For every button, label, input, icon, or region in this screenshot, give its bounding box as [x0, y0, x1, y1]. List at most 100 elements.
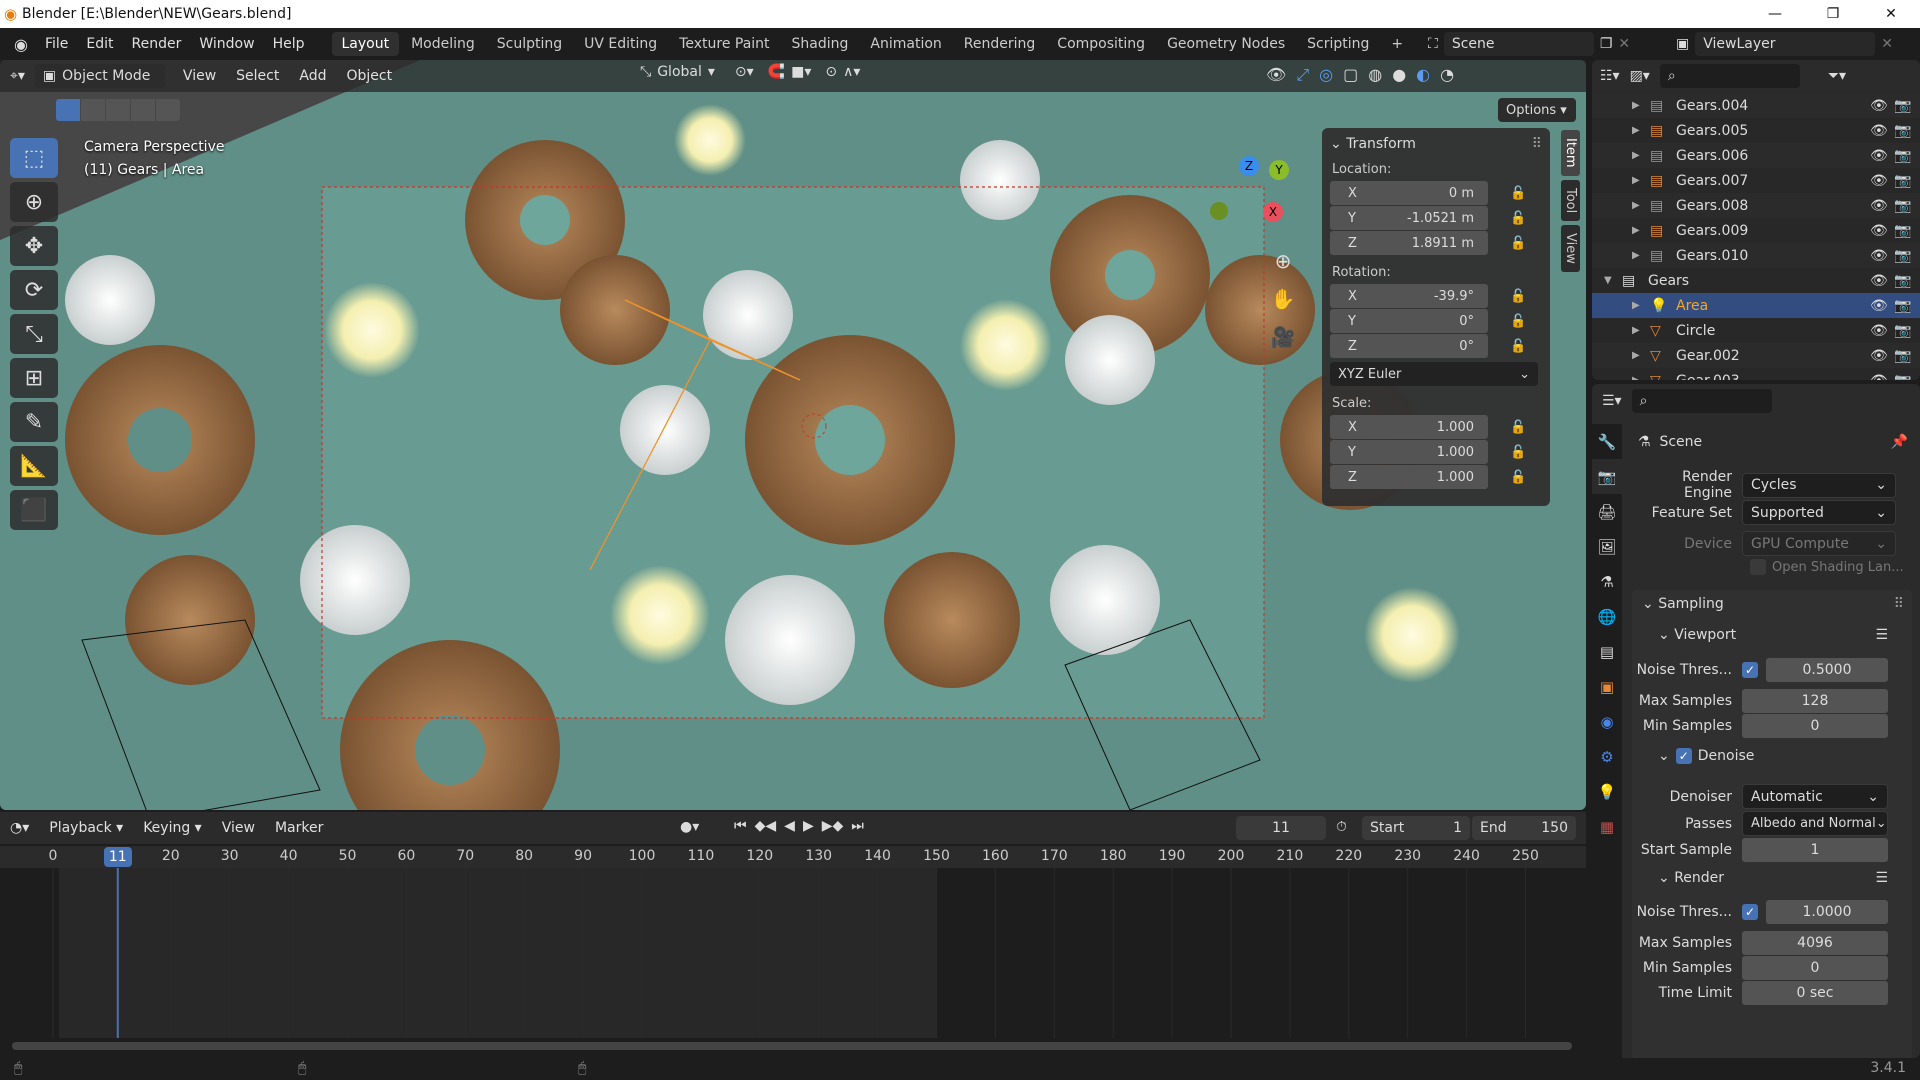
expand-arrow-icon[interactable]: ▶ [1632, 375, 1640, 380]
output-tab-icon[interactable]: 🖨 [1592, 494, 1622, 529]
material-shading-icon[interactable]: ◐ [1416, 65, 1430, 85]
xray-icon[interactable]: ▢ [1343, 65, 1358, 85]
menu-add[interactable]: Add [289, 68, 336, 84]
autokey-record-icon[interactable]: ●▾ [680, 819, 699, 835]
expand-arrow-icon[interactable]: ▶ [1632, 175, 1640, 186]
scene-selector[interactable]: Scene [1443, 32, 1594, 56]
editor-type-icon[interactable]: ⌖▾ [0, 68, 35, 84]
move-tool-icon[interactable]: ✥ [10, 226, 58, 266]
scene-tab-icon[interactable]: ⚗ [1592, 564, 1622, 599]
lock-icon[interactable]: 🔓 [1510, 445, 1526, 460]
select-intersect-icon[interactable] [156, 99, 180, 121]
constraints-tab-icon[interactable]: ⚙ [1592, 739, 1622, 774]
render-noise-field[interactable]: 1.0000 [1766, 900, 1888, 924]
orientation-selector[interactable]: Global [657, 64, 702, 80]
outliner-item[interactable]: ▶ ▤ Gears.009 👁 📷 [1592, 218, 1920, 243]
render-min-samples-field[interactable]: 0 [1742, 956, 1888, 980]
preview-range-icon[interactable]: ⏱ [1336, 819, 1347, 835]
eye-icon[interactable]: 👁 [1870, 173, 1888, 189]
view-layer-tab-icon[interactable]: 🖼 [1592, 529, 1622, 564]
expand-arrow-icon[interactable]: ▶ [1632, 100, 1640, 111]
select-box-tool-icon[interactable]: ⬚ [10, 138, 58, 178]
pan-hand-icon[interactable]: ✋ [1268, 280, 1298, 318]
outliner-item[interactable]: ▶ ▤ Gears.005 👁 📷 [1592, 118, 1920, 143]
gizmo-y-axis[interactable]: Y [1269, 160, 1289, 180]
outliner-item[interactable]: ▶ ▤ Gears.008 👁 📷 [1592, 193, 1920, 218]
render-subpanel-header[interactable]: ⌄ Render [1658, 870, 1724, 886]
eye-icon[interactable]: 👁 [1870, 373, 1888, 381]
presets-icon[interactable]: ☰ [1875, 627, 1888, 643]
camera-render-icon[interactable]: 📷 [1894, 373, 1911, 381]
outliner-display-mode-icon[interactable]: ☷▾ [1600, 68, 1620, 84]
passes-dropdown[interactable]: Albedo and Normal ⌄ [1742, 811, 1888, 836]
frame-ruler[interactable]: 0102030405060708090100110120130140150160… [0, 846, 1586, 868]
lock-icon[interactable]: 🔓 [1510, 470, 1526, 485]
select-new-icon[interactable] [56, 99, 80, 121]
tab-rendering[interactable]: Rendering [954, 32, 1046, 56]
render-noise-checkbox[interactable]: ✓ [1742, 904, 1758, 920]
expand-arrow-icon[interactable]: ▶ [1632, 150, 1640, 161]
expand-arrow-icon[interactable]: ▶ [1632, 300, 1640, 311]
render-tab-icon[interactable]: 📷 [1592, 459, 1622, 494]
wireframe-shading-icon[interactable]: ◍ [1368, 65, 1382, 85]
render-max-samples-field[interactable]: 4096 [1742, 931, 1888, 955]
play-icon[interactable]: ▶ [803, 818, 814, 834]
navigation-gizmo[interactable]: Z Y X [1195, 150, 1295, 230]
rendered-shading-icon[interactable]: ◔ [1440, 65, 1454, 85]
physics-tab-icon[interactable]: ◉ [1592, 704, 1622, 739]
measure-tool-icon[interactable]: 📐 [10, 446, 58, 486]
menu-keying[interactable]: Keying ▾ [133, 820, 212, 836]
expand-arrow-icon[interactable]: ▶ [1632, 325, 1640, 336]
blender-menu-icon[interactable]: ◉ [14, 35, 28, 54]
eye-icon[interactable]: 👁 [1870, 148, 1888, 164]
menu-window[interactable]: Window [190, 36, 263, 52]
solid-shading-icon[interactable]: ● [1392, 65, 1406, 85]
transform-tool-icon[interactable]: ⊞ [10, 358, 58, 398]
outliner-item[interactable]: ▶ ▽ Gear.003 👁 📷 [1592, 368, 1920, 381]
camera-render-icon[interactable]: 📷 [1894, 198, 1911, 214]
viewport-noise-checkbox[interactable]: ✓ [1742, 662, 1758, 678]
start-frame-field[interactable]: Start 1 [1362, 816, 1470, 840]
camera-render-icon[interactable]: 📷 [1894, 298, 1911, 314]
viewport-min-samples-field[interactable]: 0 [1742, 714, 1888, 738]
menu-help[interactable]: Help [264, 36, 314, 52]
tab-scripting[interactable]: Scripting [1297, 32, 1379, 56]
scale-z-field[interactable]: Z 1.000 [1330, 465, 1488, 489]
jump-keyframe-back-icon[interactable]: ◆◀ [755, 818, 777, 834]
scene-icon[interactable]: ⛶ [1428, 36, 1438, 52]
expand-arrow-icon[interactable]: ▶ [1632, 200, 1640, 211]
mode-selector[interactable]: ▣ Object Mode [34, 64, 165, 88]
camera-view-icon[interactable]: 🎥 [1268, 318, 1298, 356]
transform-panel-header[interactable]: ⌄ Transform [1330, 136, 1416, 152]
menu-edit[interactable]: Edit [77, 36, 122, 52]
location-z-field[interactable]: Z 1.8911 m [1330, 231, 1488, 255]
snap-target-icon[interactable]: ■▾ [791, 64, 811, 80]
expand-arrow-icon[interactable]: ▼ [1604, 275, 1612, 286]
tab-view[interactable]: View [1561, 224, 1580, 272]
denoiser-dropdown[interactable]: Automatic ⌄ [1742, 784, 1888, 809]
viewport-subpanel-header[interactable]: ⌄ Viewport [1658, 627, 1736, 643]
lock-icon[interactable]: 🔓 [1510, 339, 1526, 354]
outliner-item[interactable]: ▶ ▤ Gears.006 👁 📷 [1592, 143, 1920, 168]
select-invert-icon[interactable] [131, 99, 155, 121]
expand-arrow-icon[interactable]: ▶ [1632, 125, 1640, 136]
remove-view-layer-icon[interactable]: ✕ [1881, 36, 1893, 52]
outliner-filter-view-icon[interactable]: ▨▾ [1630, 68, 1650, 84]
select-extend-icon[interactable] [81, 99, 105, 121]
location-x-field[interactable]: X0 m [1330, 181, 1488, 205]
eye-icon[interactable]: 👁 [1870, 223, 1888, 239]
options-dropdown[interactable]: Options ▾ [1498, 98, 1576, 122]
rotation-x-field[interactable]: X -39.9° [1330, 284, 1488, 308]
pin-icon[interactable]: 📌 [1891, 434, 1908, 450]
timeline-scrollbar[interactable] [12, 1042, 1572, 1050]
expand-arrow-icon[interactable]: ▶ [1632, 350, 1640, 361]
view-layer-selector[interactable]: ViewLayer [1695, 32, 1876, 56]
camera-render-icon[interactable]: 📷 [1894, 148, 1911, 164]
viewport-max-samples-field[interactable]: 128 [1742, 689, 1888, 713]
scale-tool-icon[interactable]: ⤡ [10, 314, 58, 354]
zoom-icon[interactable]: ⊕ [1268, 242, 1298, 280]
expand-arrow-icon[interactable]: ▶ [1632, 225, 1640, 236]
menu-render[interactable]: Render [123, 36, 191, 52]
outliner-item[interactable]: ▶ 💡 Area 👁 📷 [1592, 293, 1920, 318]
eye-icon[interactable]: 👁 [1870, 198, 1888, 214]
